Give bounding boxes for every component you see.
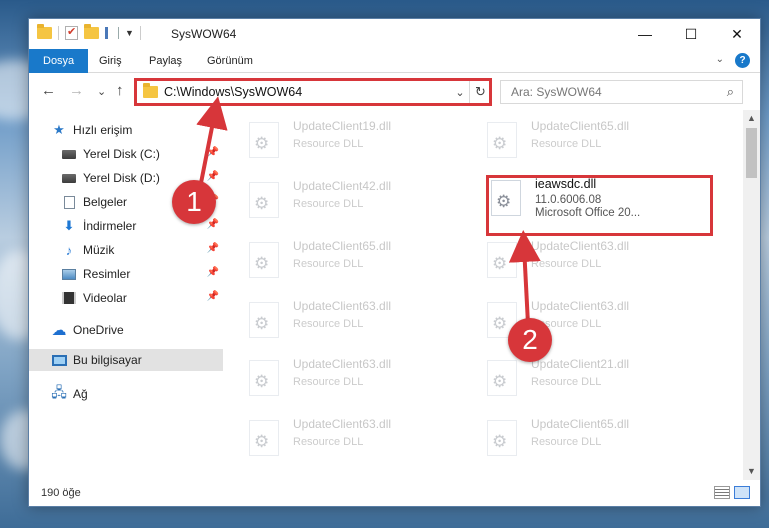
arrow-to-address-bar [196,96,228,189]
step-1-badge: 1 [172,180,216,224]
annotation-arrows [196,96,541,325]
step-2-badge: 2 [508,318,552,362]
arrow-to-file [508,230,541,325]
